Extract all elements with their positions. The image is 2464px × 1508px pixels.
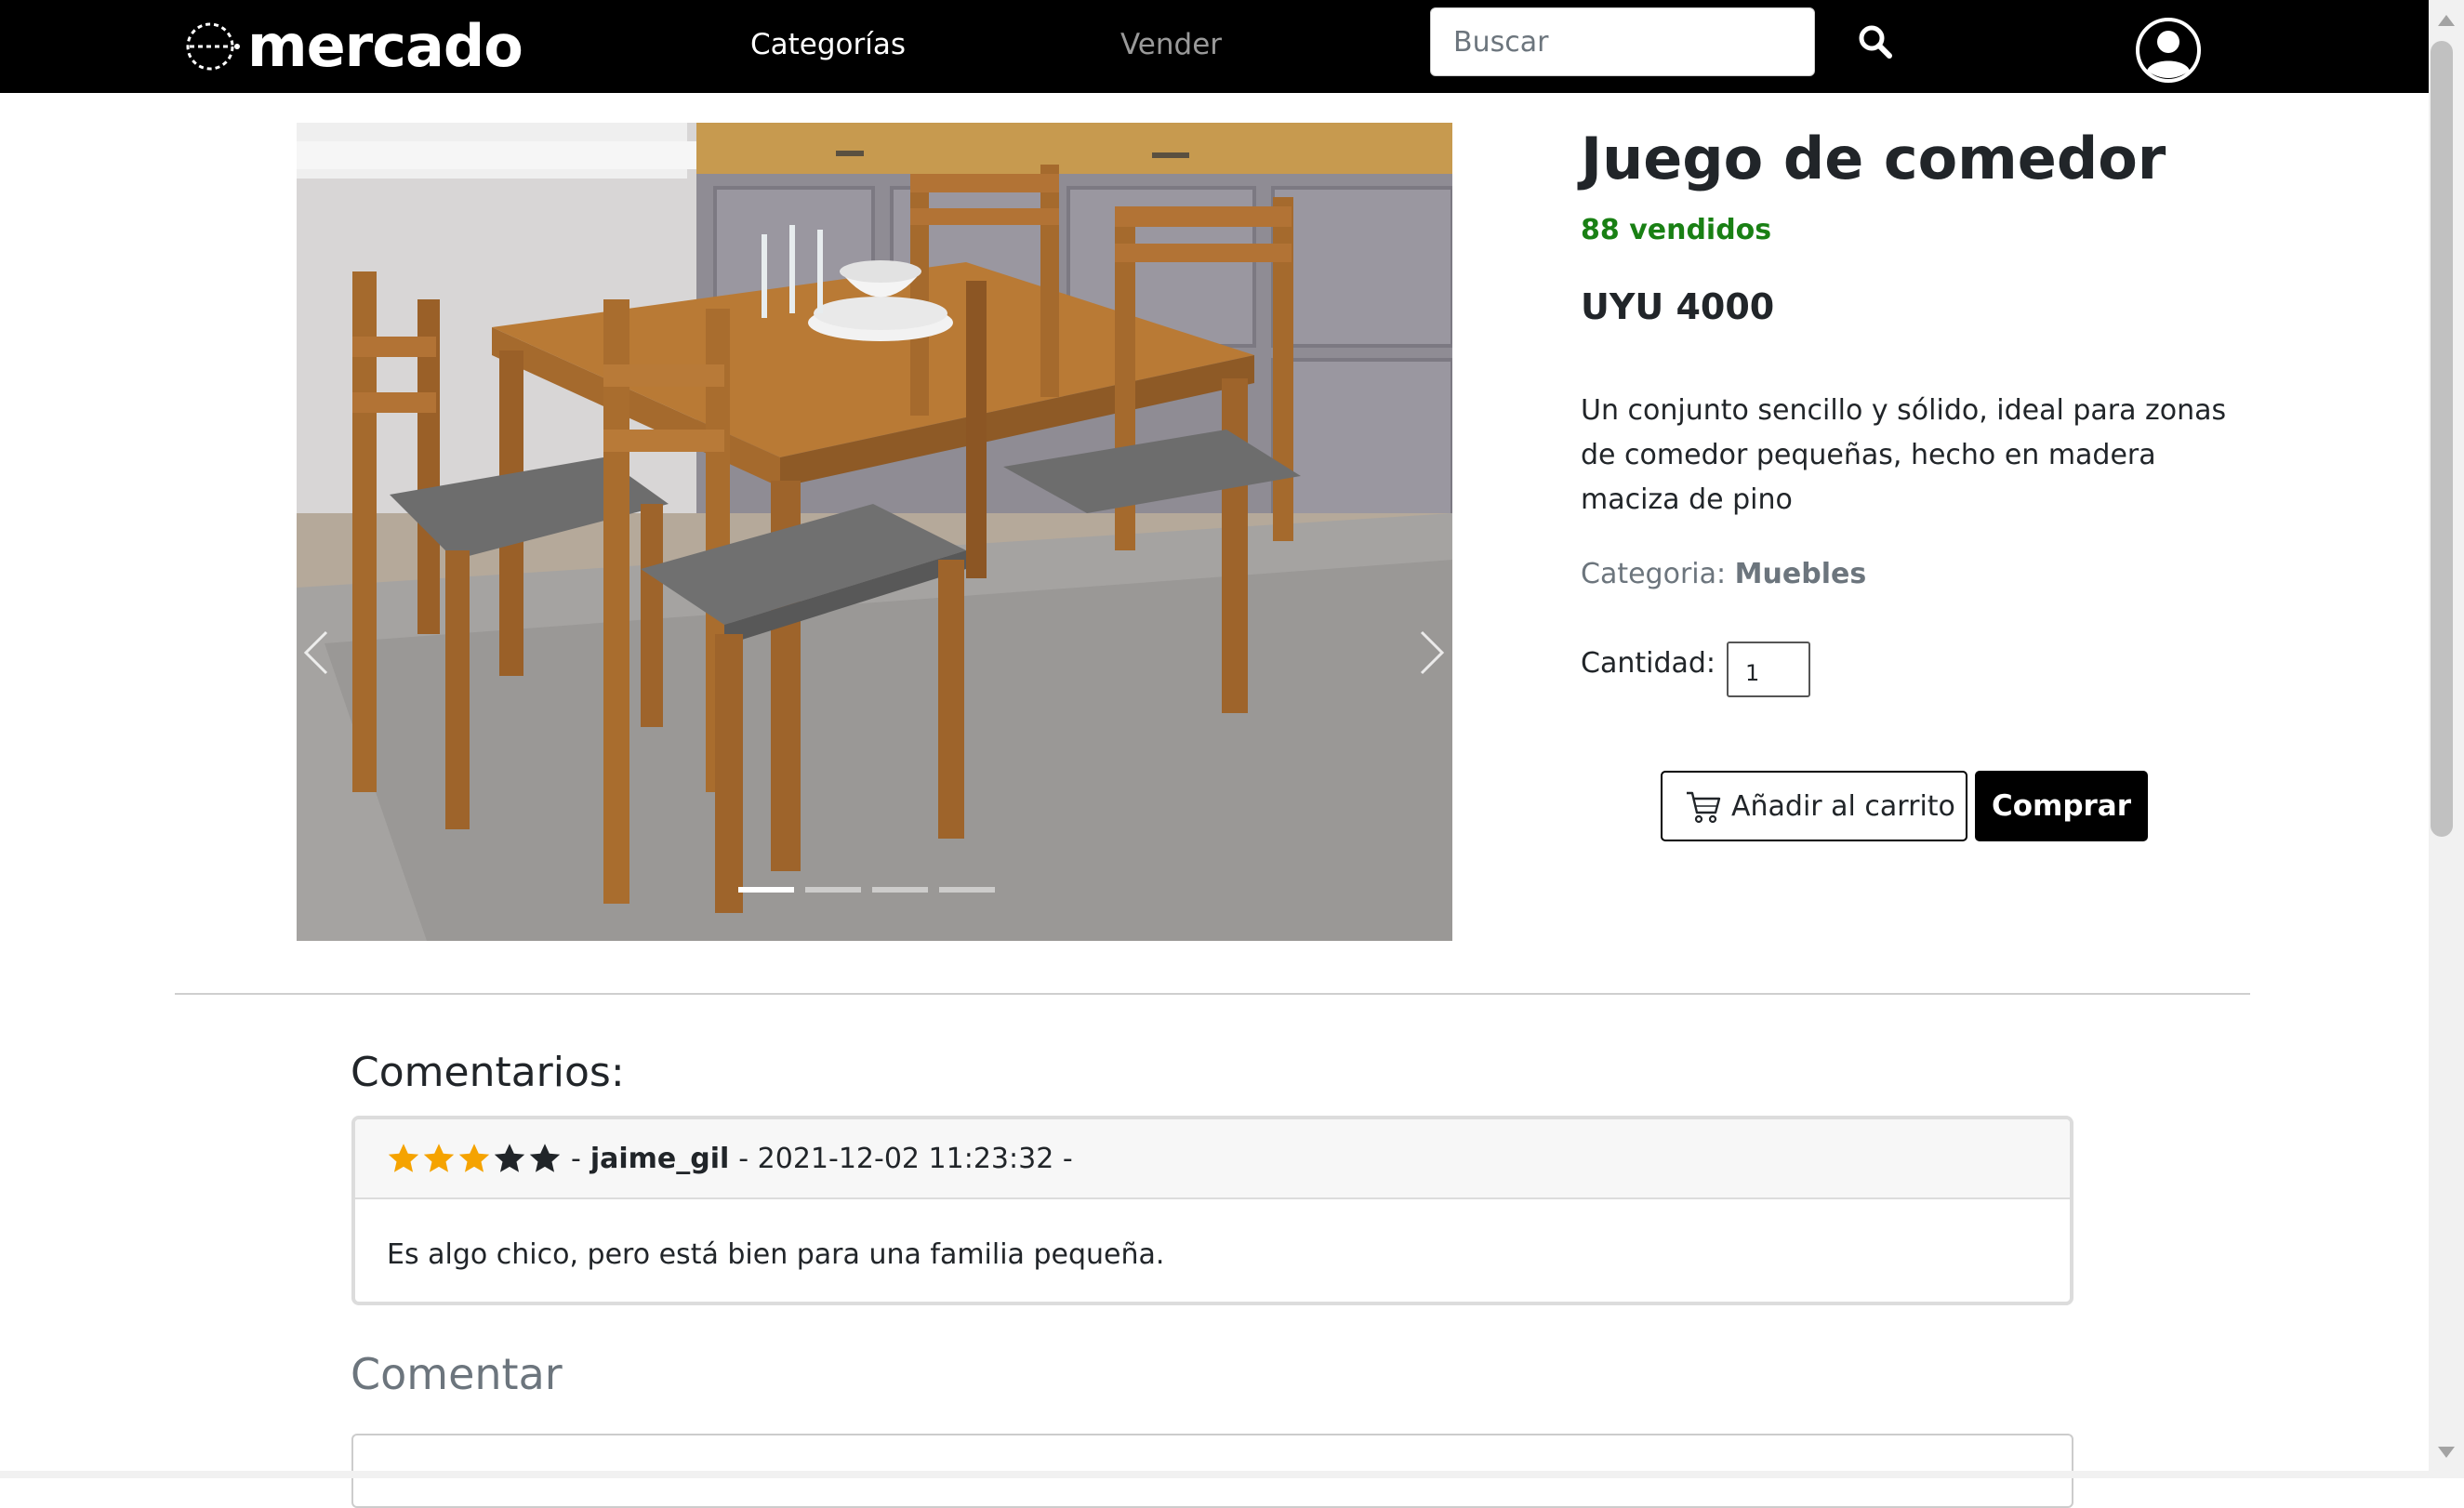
comment-form-heading: Comentar xyxy=(351,1349,563,1399)
search-input[interactable] xyxy=(1430,7,1815,76)
search-icon[interactable] xyxy=(1858,24,1893,60)
scrollbar-thumb[interactable] xyxy=(2431,41,2453,837)
carousel-indicator-3[interactable] xyxy=(872,887,928,893)
product-category: Categoria: Muebles xyxy=(1581,552,1866,597)
nav-sell-link[interactable]: Vender xyxy=(1120,22,1222,67)
scroll-down-icon[interactable] xyxy=(2434,1443,2458,1462)
add-to-cart-button[interactable]: Añadir al carrito xyxy=(1661,771,1967,841)
user-icon[interactable] xyxy=(2135,17,2202,84)
comment-user: jaime_gil xyxy=(590,1142,730,1175)
product-description: Un conjunto sencillo y sólido, ideal par… xyxy=(1581,394,2227,516)
product-price: UYU 4000 xyxy=(1581,286,1775,327)
category-value[interactable]: Muebles xyxy=(1735,558,1867,590)
comment-header: - jaime_gil - 2021-12-02 11:23:32 - xyxy=(355,1119,2070,1199)
star-empty-icon xyxy=(529,1144,561,1172)
product-photo xyxy=(297,123,1452,941)
quantity-label: Cantidad: xyxy=(1581,647,1716,680)
comment-separator: - xyxy=(571,1142,581,1175)
carousel-indicator-2[interactable] xyxy=(805,887,861,893)
window-bottom-edge xyxy=(0,1471,2429,1478)
carousel-indicators xyxy=(738,887,995,893)
comment-card: - jaime_gil - 2021-12-02 11:23:32 - Es a… xyxy=(351,1116,2073,1305)
star-filled-icon xyxy=(388,1144,419,1172)
add-to-cart-label: Añadir al carrito xyxy=(1731,789,1955,823)
cart-icon xyxy=(1687,791,1721,824)
product-title: Juego de comedor xyxy=(1581,125,2166,192)
brand-link[interactable]: mercado xyxy=(184,13,523,80)
product-image-carousel[interactable] xyxy=(297,123,1452,941)
category-label: Categoria: xyxy=(1581,558,1727,590)
comment-text: Es algo chico, pero está bien para una f… xyxy=(387,1238,1165,1271)
buy-button[interactable]: Comprar xyxy=(1975,771,2148,841)
carousel-prev-icon[interactable] xyxy=(298,625,336,681)
brand-name: mercado xyxy=(247,12,523,80)
star-rating xyxy=(387,1142,562,1175)
brand-logo-icon xyxy=(186,22,240,71)
comments-heading: Comentarios: xyxy=(351,1049,625,1096)
star-filled-icon xyxy=(423,1144,455,1172)
carousel-next-icon[interactable] xyxy=(1412,625,1450,681)
nav-categories-link[interactable]: Categorías xyxy=(750,22,906,67)
carousel-indicator-4[interactable] xyxy=(939,887,995,893)
star-filled-icon xyxy=(458,1144,490,1172)
section-divider xyxy=(175,993,2250,995)
carousel-indicator-1[interactable] xyxy=(738,887,794,893)
quantity-input[interactable] xyxy=(1727,642,1810,697)
scroll-up-icon[interactable] xyxy=(2434,11,2458,30)
sold-count: 88 vendidos xyxy=(1581,214,1772,246)
comment-datetime: - 2021-12-02 11:23:32 - xyxy=(738,1142,1073,1175)
star-empty-icon xyxy=(494,1144,525,1172)
navbar: mercado Categorías Vender xyxy=(0,0,2429,93)
